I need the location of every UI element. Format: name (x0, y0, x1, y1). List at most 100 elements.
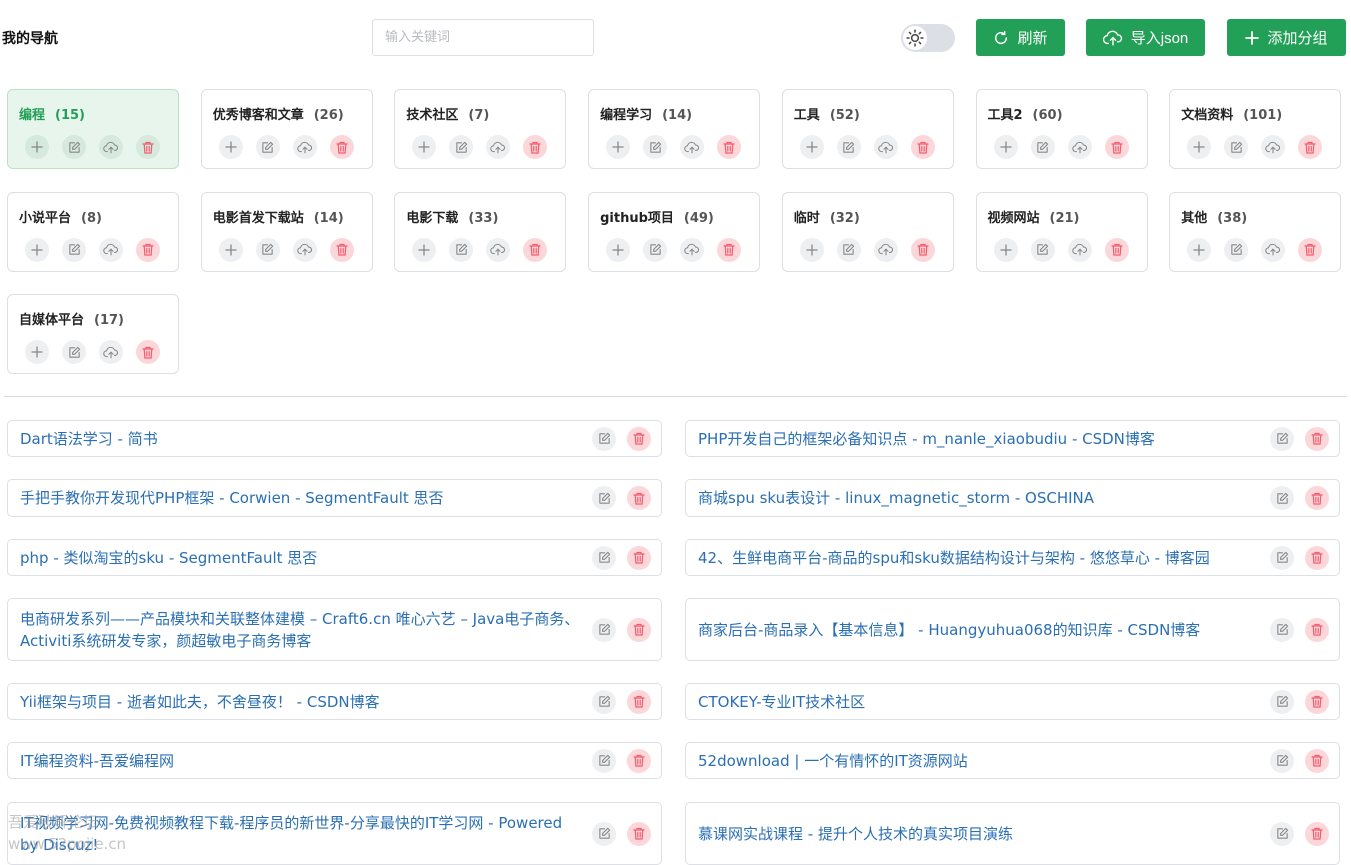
group-card[interactable]: 临时 (32) (781, 191, 954, 272)
link-title[interactable]: Yii框架与项目 - 逝者如此夫，不舍昼夜！ - CSDN博客 (20, 691, 581, 713)
delete-group-button[interactable] (1104, 135, 1129, 159)
link-title[interactable]: IT编程资料-吾爱编程网 (20, 750, 581, 772)
group-card[interactable]: 工具2 (60) (975, 89, 1148, 169)
upload-group-button[interactable] (1067, 237, 1092, 262)
link-title[interactable]: 慕课网实战课程 - 提升个人技术的真实项目演练 (698, 823, 1259, 845)
delete-group-button[interactable] (910, 237, 935, 262)
link-title[interactable]: 商家后台-商品录入【基本信息】 - Huangyuhua068的知识库 - CS… (698, 619, 1259, 641)
delete-link-button[interactable] (1305, 486, 1329, 510)
delete-link-button[interactable] (1305, 821, 1329, 846)
delete-link-button[interactable] (1305, 689, 1329, 714)
add-link-button[interactable] (993, 135, 1018, 159)
edit-link-button[interactable] (1270, 748, 1294, 773)
upload-group-button[interactable] (486, 237, 511, 262)
upload-group-button[interactable] (292, 135, 317, 159)
edit-link-button[interactable] (592, 545, 616, 570)
add-link-button[interactable] (606, 135, 631, 159)
link-item[interactable]: 商城spu sku表设计 - linux_magnetic_storm - OS… (685, 479, 1340, 517)
edit-link-button[interactable] (1270, 617, 1294, 642)
link-title[interactable]: 手把手教你开发现代PHP框架 - Corwien - SegmentFault … (20, 487, 581, 509)
edit-link-button[interactable] (1270, 486, 1294, 510)
delete-group-button[interactable] (717, 237, 742, 262)
group-card[interactable]: 工具 (52) (781, 89, 954, 169)
edit-link-button[interactable] (592, 821, 616, 846)
group-card[interactable]: 其他 (38) (1169, 191, 1342, 272)
delete-link-button[interactable] (1305, 426, 1329, 451)
edit-group-button[interactable] (449, 237, 474, 262)
link-title[interactable]: IT视频学习网-免费视频教程下载-程序员的新世界-分享最快的IT学习网 - Po… (20, 812, 581, 856)
link-title[interactable]: 商城spu sku表设计 - linux_magnetic_storm - OS… (698, 487, 1259, 509)
add-group-button[interactable]: 添加分组 (1227, 19, 1346, 56)
upload-group-button[interactable] (1261, 135, 1286, 159)
delete-group-button[interactable] (136, 340, 160, 364)
link-item[interactable]: PHP开发自己的框架必备知识点 - m_nanle_xiaobudiu - CS… (685, 420, 1340, 457)
delete-group-button[interactable] (1298, 135, 1323, 159)
edit-group-button[interactable] (1224, 135, 1249, 159)
link-title[interactable]: PHP开发自己的框架必备知识点 - m_nanle_xiaobudiu - CS… (698, 428, 1259, 450)
link-item[interactable]: 慕课网实战课程 - 提升个人技术的真实项目演练 (685, 802, 1340, 865)
edit-group-button[interactable] (643, 135, 668, 159)
add-link-button[interactable] (606, 237, 631, 262)
edit-group-button[interactable] (62, 135, 86, 159)
add-link-button[interactable] (799, 135, 824, 159)
link-item[interactable]: 42、生鲜电商平台-商品的spu和sku数据结构设计与架构 - 悠悠草心 - 博… (685, 539, 1340, 576)
edit-group-button[interactable] (836, 135, 861, 159)
add-link-button[interactable] (25, 237, 49, 262)
delete-group-button[interactable] (1104, 237, 1129, 262)
edit-link-button[interactable] (1270, 821, 1294, 846)
add-link-button[interactable] (218, 237, 243, 262)
add-link-button[interactable] (993, 237, 1018, 262)
group-card[interactable]: 视频网站 (21) (975, 191, 1148, 272)
edit-link-button[interactable] (1270, 426, 1294, 451)
link-item[interactable]: 手把手教你开发现代PHP框架 - Corwien - SegmentFault … (7, 479, 662, 517)
add-link-button[interactable] (799, 237, 824, 262)
group-card[interactable]: 编程学习 (14) (588, 89, 761, 169)
delete-group-button[interactable] (523, 135, 548, 159)
edit-link-button[interactable] (592, 689, 616, 714)
link-item[interactable]: IT视频学习网-免费视频教程下载-程序员的新世界-分享最快的IT学习网 - Po… (7, 802, 662, 865)
group-card[interactable]: 文档资料 (101) (1169, 89, 1342, 169)
delete-group-button[interactable] (1298, 237, 1323, 262)
refresh-button[interactable]: 刷新 (976, 19, 1065, 56)
edit-group-button[interactable] (1030, 237, 1055, 262)
edit-group-button[interactable] (62, 237, 86, 262)
theme-toggle[interactable] (901, 24, 955, 52)
delete-group-button[interactable] (523, 237, 548, 262)
link-item[interactable]: php - 类似淘宝的sku - SegmentFault 思否 (7, 539, 662, 576)
link-title[interactable]: php - 类似淘宝的sku - SegmentFault 思否 (20, 547, 581, 569)
upload-group-button[interactable] (99, 135, 123, 159)
delete-link-button[interactable] (1305, 545, 1329, 570)
link-item[interactable]: Yii框架与项目 - 逝者如此夫，不舍昼夜！ - CSDN博客 (7, 683, 662, 720)
search-input[interactable] (372, 19, 594, 56)
link-item[interactable]: IT编程资料-吾爱编程网 (7, 742, 662, 779)
edit-link-button[interactable] (592, 486, 616, 510)
upload-group-button[interactable] (99, 237, 123, 262)
edit-group-button[interactable] (643, 237, 668, 262)
link-title[interactable]: 52download | 一个有情怀的IT资源网站 (698, 750, 1259, 772)
delete-group-button[interactable] (136, 135, 160, 159)
upload-group-button[interactable] (1067, 135, 1092, 159)
upload-group-button[interactable] (486, 135, 511, 159)
delete-link-button[interactable] (627, 486, 651, 510)
group-card[interactable]: 电影首发下载站 (14) (200, 191, 373, 272)
delete-link-button[interactable] (627, 426, 651, 451)
add-link-button[interactable] (25, 135, 49, 159)
group-card[interactable]: 编程 (15) (7, 89, 179, 169)
link-title[interactable]: 42、生鲜电商平台-商品的spu和sku数据结构设计与架构 - 悠悠草心 - 博… (698, 547, 1259, 569)
delete-link-button[interactable] (627, 821, 651, 846)
delete-link-button[interactable] (627, 689, 651, 714)
delete-group-button[interactable] (329, 237, 354, 262)
delete-group-button[interactable] (717, 135, 742, 159)
delete-link-button[interactable] (627, 748, 651, 773)
delete-link-button[interactable] (627, 617, 651, 642)
delete-link-button[interactable] (1305, 748, 1329, 773)
upload-group-button[interactable] (292, 237, 317, 262)
group-card[interactable]: 技术社区 (7) (394, 89, 567, 169)
group-card[interactable]: 电影下载 (33) (394, 191, 567, 272)
delete-group-button[interactable] (329, 135, 354, 159)
upload-group-button[interactable] (1261, 237, 1286, 262)
add-link-button[interactable] (25, 340, 49, 364)
edit-group-button[interactable] (1224, 237, 1249, 262)
delete-link-button[interactable] (627, 545, 651, 570)
delete-group-button[interactable] (910, 135, 935, 159)
